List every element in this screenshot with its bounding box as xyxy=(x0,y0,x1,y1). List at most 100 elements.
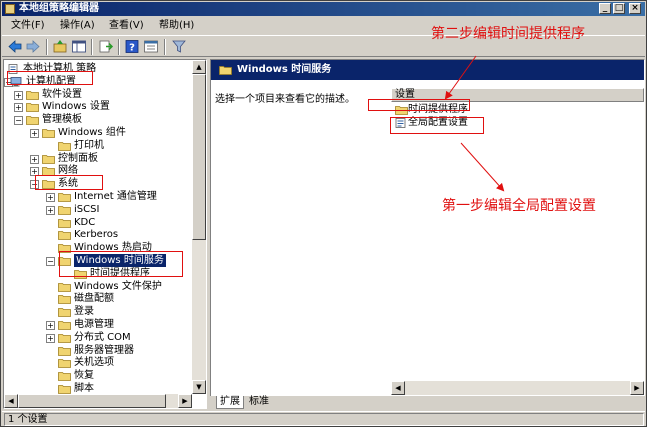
window-title: 本地组策略编辑器 xyxy=(19,3,99,14)
tree-item-control-panel[interactable]: + 控制面板 xyxy=(4,152,190,165)
folder-icon xyxy=(58,230,71,241)
help-icon[interactable]: ? xyxy=(124,39,140,54)
tree-vertical-scrollbar[interactable]: ▲ ▼ xyxy=(192,60,206,394)
tree-item-label: Windows 设置 xyxy=(42,101,110,113)
tree-item-kdc[interactable]: KDC xyxy=(4,216,190,229)
expand-icon[interactable]: + xyxy=(46,321,55,330)
tree-item-label: Windows 组件 xyxy=(58,127,126,138)
folder-icon xyxy=(58,218,71,228)
scroll-left-button[interactable]: ◀ xyxy=(4,394,18,408)
folder-icon xyxy=(58,333,71,343)
collapse-icon[interactable]: − xyxy=(14,116,23,126)
tree-item-internet-comm-mgmt[interactable]: + Internet 通信管理 xyxy=(4,190,190,203)
expand-icon[interactable]: + xyxy=(14,103,23,113)
expand-icon[interactable]: + xyxy=(30,129,39,138)
show-hide-tree-icon[interactable] xyxy=(71,39,87,54)
minimize-button[interactable]: _ xyxy=(599,3,611,14)
tree-item-label: 电源管理 xyxy=(74,319,114,330)
tree-item-windows-components[interactable]: + Windows 组件 xyxy=(4,126,190,139)
scroll-left-button[interactable]: ◀ xyxy=(391,381,405,395)
tree-item-distributed-com[interactable]: + 分布式 COM xyxy=(4,331,190,344)
annotation-box-global-config xyxy=(390,117,484,134)
menu-help[interactable]: 帮助(H) xyxy=(159,19,194,32)
collapse-icon[interactable]: − xyxy=(46,257,55,266)
tree-horizontal-scrollbar[interactable]: ◀ ▶ xyxy=(4,394,192,408)
details-horizontal-scrollbar[interactable]: ◀ ▶ xyxy=(391,381,644,395)
scroll-down-button[interactable]: ▼ xyxy=(192,380,206,394)
annotation-step1: 第一步编辑全局配置设置 xyxy=(442,198,596,214)
tree-item-windows-settings[interactable]: + Windows 设置 xyxy=(4,100,190,113)
tree-item-kerberos[interactable]: Kerberos xyxy=(4,228,190,241)
app-icon xyxy=(5,4,15,14)
folder-icon xyxy=(26,90,39,100)
tree-item-label: 恢复 xyxy=(74,370,94,382)
status-bar: 1 个设置 xyxy=(2,411,645,426)
folder-icon xyxy=(58,320,71,330)
folder-icon xyxy=(58,294,71,305)
svg-text:?: ? xyxy=(129,43,135,54)
tab-standard[interactable]: 标准 xyxy=(246,396,272,409)
close-button[interactable]: × xyxy=(629,3,641,14)
back-icon[interactable] xyxy=(7,39,23,54)
scroll-right-button[interactable]: ▶ xyxy=(630,381,644,395)
tree-item-power-management[interactable]: + 电源管理 xyxy=(4,318,190,331)
tree-item-windows-file-protection[interactable]: Windows 文件保护 xyxy=(4,280,190,293)
folder-icon xyxy=(58,358,71,369)
tree-item-label: 打印机 xyxy=(74,139,104,151)
folder-icon xyxy=(26,102,39,113)
folder-icon xyxy=(58,205,71,215)
tree-item-logon[interactable]: 登录 xyxy=(4,305,190,318)
folder-icon xyxy=(58,371,71,382)
main-window: 本地组策略编辑器 _ □ × 文件(F) 操作(A) 查看(V) 帮助(H) ? xyxy=(0,0,647,427)
expand-icon[interactable]: + xyxy=(46,193,55,202)
annotation-box-system xyxy=(35,175,103,190)
expand-icon[interactable]: + xyxy=(46,333,55,343)
title-bar[interactable]: 本地组策略编辑器 _ □ × xyxy=(2,2,645,16)
tree-item-software-settings[interactable]: + 软件设置 xyxy=(4,88,190,101)
annotation-step2: 第二步编辑时间提供程序 xyxy=(431,26,585,42)
tree-item-label: iSCSI xyxy=(74,203,100,215)
tree-pane[interactable]: 本地计算机 策略 − 计算机配置 + 软件设置 + Windows 设置 − 管理模板 + Wind… xyxy=(3,59,207,409)
properties-icon[interactable] xyxy=(143,39,159,54)
menu-file[interactable]: 文件(F) xyxy=(11,19,45,32)
tree-item-label: 软件设置 xyxy=(42,88,82,100)
menu-view[interactable]: 查看(V) xyxy=(109,19,144,32)
folder-icon xyxy=(26,115,39,126)
expand-icon[interactable]: + xyxy=(14,90,23,100)
folder-icon xyxy=(42,128,55,138)
tree-item-shutdown-options[interactable]: 关机选项 xyxy=(4,356,190,369)
tree-item-printers[interactable]: 打印机 xyxy=(4,139,190,152)
menu-action[interactable]: 操作(A) xyxy=(60,19,95,32)
tree-item-label: Internet 通信管理 xyxy=(74,191,157,202)
tab-extended[interactable]: 扩展 xyxy=(216,396,244,409)
up-icon[interactable] xyxy=(52,39,68,54)
scroll-right-button[interactable]: ▶ xyxy=(178,394,192,408)
folder-icon xyxy=(58,384,71,394)
tree-item-label: KDC xyxy=(74,216,96,228)
expand-icon[interactable]: + xyxy=(46,205,55,215)
status-text: 1 个设置 xyxy=(4,413,644,426)
annotation-box-time-service xyxy=(59,251,183,277)
tree-item-label: 磁盘配额 xyxy=(74,293,114,305)
tree-item-iscsi[interactable]: + iSCSI xyxy=(4,203,190,216)
scroll-thumb[interactable] xyxy=(192,74,206,240)
folder-icon xyxy=(58,282,71,292)
export-icon[interactable] xyxy=(98,39,114,54)
annotation-box-time-providers xyxy=(368,99,470,111)
forward-icon[interactable] xyxy=(25,39,41,54)
folder-icon xyxy=(219,65,232,75)
hscroll-thumb[interactable] xyxy=(18,394,166,408)
scroll-up-button[interactable]: ▲ xyxy=(192,60,206,74)
folder-icon xyxy=(58,141,71,151)
tree-item-disk-quotas[interactable]: 磁盘配额 xyxy=(4,292,190,305)
expand-icon[interactable]: + xyxy=(30,154,39,164)
tree-item-label: Kerberos xyxy=(74,229,119,241)
tree-item-recovery[interactable]: 恢复 xyxy=(4,369,190,382)
description-text: 选择一个项目来查看它的描述。 xyxy=(215,94,355,105)
details-pane: Windows 时间服务 选择一个项目来查看它的描述。 设置 时间提供程序 全局… xyxy=(210,59,645,409)
tree-item-admin-templates[interactable]: − 管理模板 xyxy=(4,113,190,126)
maximize-button[interactable]: □ xyxy=(613,3,625,14)
tree-item-label: Windows 文件保护 xyxy=(74,280,162,292)
tree-item-server-manager[interactable]: 服务器管理器 xyxy=(4,344,190,357)
filter-icon[interactable] xyxy=(171,39,187,54)
